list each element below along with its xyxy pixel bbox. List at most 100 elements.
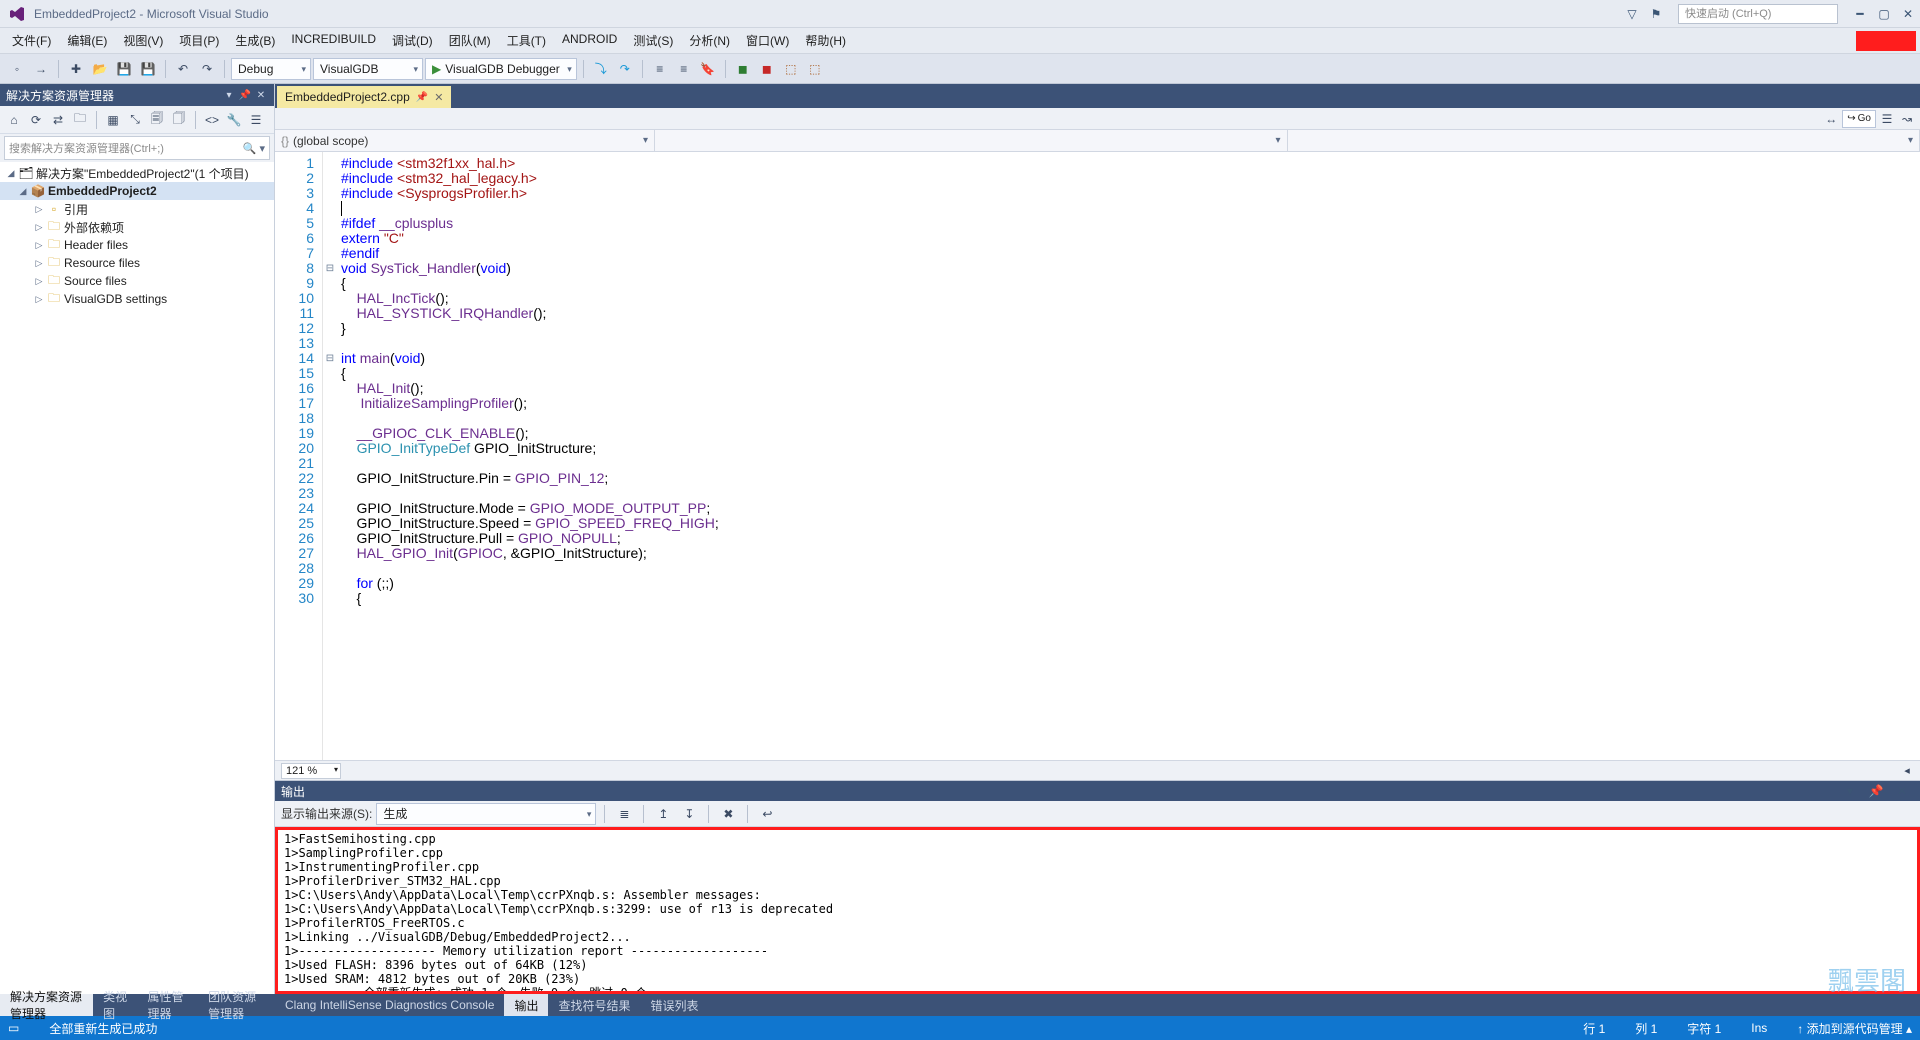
status-scc[interactable]: ↑ 添加到源代码管理 ▴ <box>1797 1020 1912 1037</box>
menu-item[interactable]: 测试(S) <box>625 28 681 53</box>
out-close-icon[interactable]: ✕ <box>1893 783 1911 799</box>
comment-icon[interactable]: ≡ <box>649 58 671 80</box>
se-pending-icon[interactable]: 🗀 <box>70 110 90 130</box>
code-body[interactable]: #include <stm32f1xx_hal.h>#include <stm3… <box>337 152 1920 760</box>
member-dropdown[interactable] <box>1288 130 1920 151</box>
close-button[interactable]: ✕ <box>1899 6 1917 22</box>
flag-icon[interactable]: ⚑ <box>1647 6 1665 22</box>
menu-item[interactable]: 分析(N) <box>681 28 738 53</box>
tab-close-icon[interactable]: ✕ <box>434 91 443 104</box>
menu-item[interactable]: ANDROID <box>554 28 625 53</box>
quick-launch-input[interactable]: 快速启动 (Ctrl+Q) <box>1678 4 1838 24</box>
bottom-tab[interactable]: 查找符号结果 <box>548 994 640 1016</box>
se-properties-icon[interactable]: 🗍 <box>169 110 189 130</box>
new-project-button[interactable]: ✚ <box>65 58 87 80</box>
tree-solution-root[interactable]: ◢🗂解决方案"EmbeddedProject2"(1 个项目) <box>0 164 274 182</box>
nav-prev-icon[interactable]: ↔ <box>1822 110 1840 128</box>
tree-node[interactable]: ▷🗀Source files <box>0 272 274 290</box>
nav-fwd-button[interactable]: → <box>30 58 52 80</box>
bottom-tab[interactable]: 解决方案资源管理器 <box>0 994 93 1016</box>
se-wrench-icon[interactable]: 🔧 <box>224 110 244 130</box>
se-viewcode-icon[interactable]: <> <box>202 110 222 130</box>
tree-node[interactable]: ▷🗀Resource files <box>0 254 274 272</box>
step-into-icon[interactable]: ⤵ <box>590 58 612 80</box>
panel-close-icon[interactable]: ✕ <box>254 88 268 102</box>
step-over-icon[interactable]: ↷ <box>614 58 636 80</box>
menu-item[interactable]: 窗口(W) <box>738 28 797 53</box>
tab-pin-icon[interactable]: 📌 <box>416 92 428 103</box>
bottom-tab[interactable]: 团队资源管理器 <box>198 994 275 1016</box>
out-goto-icon[interactable]: ≣ <box>613 803 635 825</box>
menu-item[interactable]: 生成(B) <box>227 28 283 53</box>
out-clear-icon[interactable]: ✖ <box>717 803 739 825</box>
vg-icon-2[interactable]: ⬚ <box>804 58 826 80</box>
bottom-tab[interactable]: 类视图 <box>93 994 137 1016</box>
se-collapse-icon[interactable]: ⤡ <box>125 110 145 130</box>
save-all-button[interactable]: 💾 <box>137 58 159 80</box>
se-refresh-icon[interactable]: ⟳ <box>26 110 46 130</box>
code-editor[interactable]: 1234567891011121314151617181920212223242… <box>275 152 1920 760</box>
fold-gutter[interactable]: ⊟⊟ <box>323 152 337 760</box>
sign-in-banner[interactable] <box>1856 31 1916 51</box>
minimize-button[interactable]: ━ <box>1851 6 1869 22</box>
bottom-tab[interactable]: Clang IntelliSense Diagnostics Console <box>275 994 504 1016</box>
build-icon[interactable]: ◼ <box>732 58 754 80</box>
menu-item[interactable]: 团队(M) <box>441 28 499 53</box>
scope-dropdown[interactable]: {}(global scope) <box>275 130 655 151</box>
menu-item[interactable]: 项目(P) <box>171 28 227 53</box>
zoom-dropdown[interactable]: 121 % <box>281 763 341 779</box>
out-prev-icon[interactable]: ↥ <box>652 803 674 825</box>
start-debug-button[interactable]: ▶VisualGDB Debugger <box>425 58 577 80</box>
menu-item[interactable]: 编辑(E) <box>59 28 115 53</box>
out-dropdown-icon[interactable]: ▾ <box>1841 783 1859 799</box>
panel-pin-icon[interactable]: 📌 <box>238 88 252 102</box>
panel-dropdown-icon[interactable]: ▾ <box>222 88 236 102</box>
solution-platform-dropdown[interactable]: VisualGDB <box>313 58 423 80</box>
menu-item[interactable]: 文件(F) <box>4 28 59 53</box>
vg-icon-1[interactable]: ⬚ <box>780 58 802 80</box>
solution-explorer-search[interactable]: 搜索解决方案资源管理器(Ctrl+;) 🔍 ▾ <box>4 136 270 160</box>
tree-node[interactable]: ▷🗀VisualGDB settings <box>0 290 274 308</box>
out-wrap-icon[interactable]: ↩ <box>756 803 778 825</box>
tree-node[interactable]: ▷▫引用 <box>0 200 274 218</box>
open-file-button[interactable]: 📂 <box>89 58 111 80</box>
type-dropdown[interactable] <box>655 130 1288 151</box>
menu-item[interactable]: 视图(V) <box>115 28 171 53</box>
save-button[interactable]: 💾 <box>113 58 135 80</box>
out-pin-icon[interactable]: 📌 <box>1867 783 1885 799</box>
se-filter-icon[interactable]: ☰ <box>246 110 266 130</box>
tree-node[interactable]: ▷🗀Header files <box>0 236 274 254</box>
bottom-tab[interactable]: 错误列表 <box>640 994 708 1016</box>
nav-next-icon[interactable]: ↝ <box>1898 110 1916 128</box>
menu-item[interactable]: 工具(T) <box>499 28 554 53</box>
clean-icon[interactable]: ◼ <box>756 58 778 80</box>
bottom-tab[interactable]: 属性管理器 <box>138 994 199 1016</box>
nav-list-icon[interactable]: ☰ <box>1878 110 1896 128</box>
bottom-tab[interactable]: 输出 <box>504 994 548 1016</box>
se-home-icon[interactable]: ⌂ <box>4 110 24 130</box>
undo-button[interactable]: ↶ <box>172 58 194 80</box>
folder-icon: 🗀 <box>47 274 61 288</box>
tree-project[interactable]: ◢📦EmbeddedProject2 <box>0 182 274 200</box>
tab-active-file[interactable]: EmbeddedProject2.cpp 📌 ✕ <box>277 86 451 108</box>
tree-node[interactable]: ▷🗀外部依赖项 <box>0 218 274 236</box>
uncomment-icon[interactable]: ≡ <box>673 58 695 80</box>
redo-button[interactable]: ↷ <box>196 58 218 80</box>
solution-tree[interactable]: ◢🗂解决方案"EmbeddedProject2"(1 个项目) ◢📦Embedd… <box>0 162 274 1016</box>
nav-back-button[interactable]: ◦ <box>6 58 28 80</box>
go-button[interactable]: ↪ Go <box>1842 110 1876 128</box>
menu-item[interactable]: INCREDIBUILD <box>283 28 384 53</box>
output-body[interactable]: 1>FastSemihosting.cpp 1>SamplingProfiler… <box>275 827 1920 994</box>
notify-icon[interactable]: ▽ <box>1623 6 1641 22</box>
se-copy-icon[interactable]: 🗐 <box>147 110 167 130</box>
hscroll-left-icon[interactable]: ◂ <box>1900 764 1914 778</box>
bookmark-icon[interactable]: 🔖 <box>697 58 719 80</box>
output-source-dropdown[interactable]: 生成 <box>376 803 596 825</box>
out-next-icon[interactable]: ↧ <box>678 803 700 825</box>
menu-item[interactable]: 调试(D) <box>384 28 441 53</box>
maximize-button[interactable]: ▢ <box>1875 6 1893 22</box>
solution-config-dropdown[interactable]: Debug <box>231 58 311 80</box>
menu-item[interactable]: 帮助(H) <box>797 28 854 53</box>
se-showall-icon[interactable]: ▦ <box>103 110 123 130</box>
se-sync-icon[interactable]: ⇄ <box>48 110 68 130</box>
